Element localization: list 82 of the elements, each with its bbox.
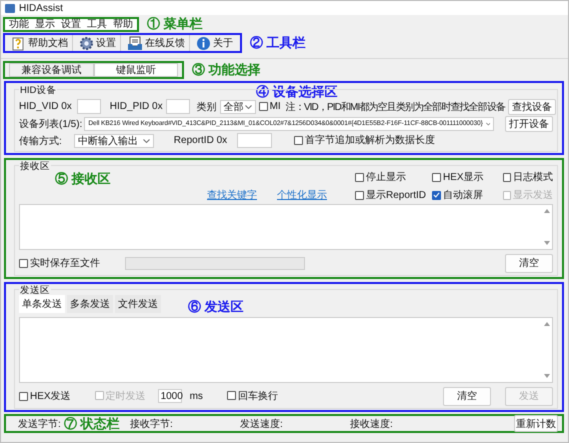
mail-tray-icon: [127, 36, 143, 50]
app-icon: [5, 4, 15, 12]
annotation-label: ③ 功能选择: [192, 61, 261, 79]
window-title: HIDAssist: [19, 2, 63, 14]
checkbox[interactable]: [355, 190, 364, 200]
interval-input-field[interactable]: 1000: [158, 389, 182, 403]
menu-item[interactable]: 功能: [9, 17, 29, 31]
find-device-button[interactable]: 查找设备: [508, 98, 556, 114]
checkbox[interactable]: [258, 102, 268, 111]
checkbox-label: 定时发送: [106, 390, 146, 403]
transfer-mode-dropdown[interactable]: 中断输入输出: [74, 134, 154, 148]
scroll-down-icon: [544, 374, 550, 378]
menu-item[interactable]: 帮助: [113, 17, 133, 31]
field-label: ReportID 0x: [174, 135, 228, 146]
info-icon: [196, 36, 211, 50]
checkbox[interactable]: [226, 391, 236, 400]
annotation-label: ⑥ 发送区: [188, 298, 244, 316]
scroll-down-icon: [544, 241, 550, 245]
settings-icon: [79, 36, 94, 50]
menu-item[interactable]: 工具: [87, 17, 107, 31]
checkbox-label: 实时保存至文件: [30, 256, 100, 270]
field-label: HID_VID 0x: [19, 101, 72, 112]
group-title: 接收区: [19, 160, 51, 173]
checkbox-label: 停止显示: [366, 170, 406, 184]
checkbox-label: HEX显示: [443, 171, 484, 184]
category-dropdown[interactable]: 全部: [220, 100, 256, 114]
field-label: 设备列表(1/5):: [19, 118, 82, 130]
caret-icon: [142, 138, 150, 142]
checkbox-label: 显示发送: [513, 189, 553, 202]
scroll-up-icon: [544, 209, 550, 213]
link[interactable]: 查找关键字: [207, 188, 257, 202]
group-title: HID设备: [19, 84, 58, 97]
toolbar-button[interactable]: 在线反馈: [123, 35, 190, 51]
tab[interactable]: 单条发送: [19, 295, 65, 313]
link[interactable]: 个性化显示: [277, 188, 327, 202]
checkbox[interactable]: [432, 190, 441, 200]
tab[interactable]: 文件发送: [115, 295, 161, 313]
clear-button[interactable]: 清空: [505, 254, 553, 272]
unit-label: ms: [190, 390, 203, 402]
annotation-label: ⑤ 接收区: [55, 170, 111, 188]
checkbox-label: 首字节追加或解析为数据长度: [305, 134, 436, 148]
field-label: 传输方式:: [19, 134, 62, 148]
checkbox[interactable]: [19, 258, 28, 268]
scroll-up-icon: [544, 322, 550, 326]
checkbox-label: 显示ReportID: [366, 189, 426, 202]
annotation-label: ① 菜单栏: [147, 15, 203, 33]
annotation-label: ② 工具栏: [250, 34, 306, 52]
report-id-input-field[interactable]: [237, 133, 272, 148]
checkbox-label: MI: [270, 101, 281, 112]
status-label: 发送速度:: [240, 418, 284, 430]
checkbox[interactable]: [294, 136, 304, 145]
checkbox-label: 自动滚屏: [443, 188, 483, 202]
clear-button[interactable]: 清空: [443, 386, 491, 406]
note-text: 注：VID，PID和MI都为空且类别为全部时查找全部设备: [286, 100, 505, 114]
tab[interactable]: 兼容设备调试: [9, 63, 94, 77]
checkbox[interactable]: [19, 392, 28, 400]
pid-input-field[interactable]: [166, 99, 190, 114]
menu-item[interactable]: 显示: [35, 17, 55, 31]
tab[interactable]: 键鼠监听: [94, 63, 178, 77]
status-label: 接收速度:: [350, 418, 394, 430]
open-device-button[interactable]: 打开设备: [505, 116, 553, 132]
status-label: 接收字节:: [130, 418, 174, 430]
vid-input-field[interactable]: [76, 99, 101, 114]
caret-icon: [486, 122, 490, 126]
checkbox[interactable]: [432, 172, 441, 182]
tab[interactable]: 多条发送: [67, 295, 113, 313]
toolbar-button[interactable]: 帮助文档: [8, 35, 73, 51]
toolbar-button[interactable]: 设置: [75, 35, 121, 51]
checkbox-label: 回车换行: [238, 390, 278, 403]
toolbar-button[interactable]: 关于: [192, 35, 237, 51]
checkbox[interactable]: [355, 172, 364, 182]
status-label: 发送字节:: [18, 418, 62, 430]
annotation-label: ⑦ 状态栏: [64, 414, 121, 432]
checkbox-label: HEX发送: [30, 390, 71, 403]
caret-icon: [244, 104, 252, 108]
help-document-icon: [12, 36, 26, 50]
checkbox-label: 日志模式: [513, 170, 553, 184]
reset-count-button[interactable]: 重新计数: [514, 415, 558, 432]
field-label: HID_PID 0x: [110, 101, 163, 112]
field-label: 类别: [196, 100, 217, 114]
menu-item[interactable]: 设置: [61, 17, 81, 31]
checkbox[interactable]: [503, 172, 511, 182]
